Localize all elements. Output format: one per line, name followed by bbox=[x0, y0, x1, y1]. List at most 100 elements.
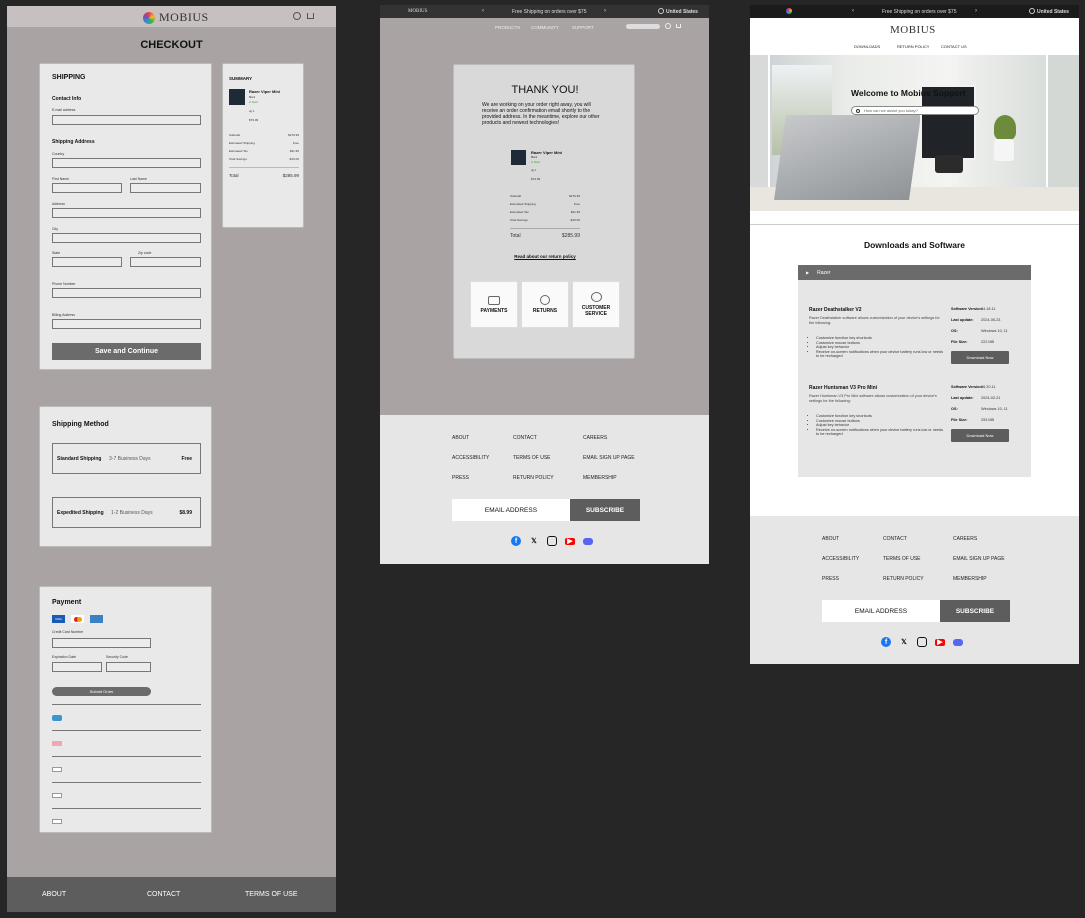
address-field[interactable] bbox=[52, 208, 201, 218]
x-icon[interactable]: 𝕏 bbox=[529, 536, 539, 546]
amazon-pay-option[interactable] bbox=[52, 808, 201, 834]
subscribe-button[interactable]: SUBSCRIBE bbox=[570, 499, 640, 521]
zip-field[interactable] bbox=[130, 257, 201, 267]
brand-logo[interactable]: MOBIUS bbox=[143, 10, 209, 25]
footer-link[interactable]: ACCESSIBILITY bbox=[822, 556, 859, 562]
nav-cart-icon[interactable] bbox=[676, 24, 681, 28]
save-continue-button[interactable]: Save and Continue bbox=[52, 343, 201, 360]
summary-row-label: Estimated Shipping bbox=[229, 141, 255, 145]
summary-row-label: Estimated Shipping bbox=[510, 202, 536, 206]
hero-title: Welcome to Mobius Support bbox=[851, 88, 966, 98]
country-field[interactable] bbox=[52, 158, 201, 168]
first-name-field[interactable] bbox=[52, 183, 122, 193]
downloads-title: Downloads and Software bbox=[863, 240, 966, 250]
nav-return-policy[interactable]: RETURN POLICY bbox=[897, 44, 929, 49]
banner-prev-icon[interactable]: ‹ bbox=[482, 8, 484, 14]
feature-list: Customize function key shortcutsCustomiz… bbox=[816, 414, 946, 437]
footer-link[interactable]: MEMBERSHIP bbox=[953, 576, 987, 582]
klarna-option[interactable] bbox=[52, 730, 201, 756]
apple-pay-option[interactable] bbox=[52, 756, 201, 782]
download-now-button[interactable]: Download Now bbox=[951, 429, 1009, 442]
footer-link[interactable]: ABOUT bbox=[452, 435, 469, 441]
brand-logo[interactable]: MOBIUS bbox=[890, 24, 936, 36]
returns-tile[interactable]: RETURNS bbox=[521, 281, 569, 328]
payment-card: Payment VISA Credit Card Number Expirati… bbox=[39, 586, 212, 833]
discord-icon[interactable] bbox=[953, 638, 963, 646]
footer-link[interactable]: EMAIL SIGN UP PAGE bbox=[953, 556, 1005, 562]
email-input[interactable]: EMAIL ADDRESS bbox=[822, 600, 940, 622]
expedited-shipping-option[interactable]: Expedited Shipping 1-2 Business Days $8.… bbox=[52, 497, 201, 528]
instagram-icon[interactable] bbox=[917, 637, 927, 647]
footer-about-link[interactable]: ABOUT bbox=[42, 891, 66, 898]
footer-link[interactable]: ACCESSIBILITY bbox=[452, 455, 489, 461]
return-policy-link[interactable]: Read about our return policy bbox=[454, 254, 636, 259]
footer-link[interactable]: TERMS OF USE bbox=[513, 455, 551, 461]
customer-service-tile[interactable]: CUSTOMER SERVICE bbox=[572, 281, 620, 328]
standard-shipping-option[interactable]: Standard Shipping 3-7 Business Days Free bbox=[52, 443, 201, 474]
facebook-icon[interactable]: f bbox=[881, 637, 891, 647]
support-search-input[interactable]: How can we assist you today? bbox=[851, 106, 979, 115]
nav-contact-us[interactable]: CONTACT US bbox=[941, 44, 967, 49]
footer-link[interactable]: CONTACT bbox=[883, 536, 907, 542]
cc-field[interactable] bbox=[52, 638, 151, 648]
footer-link[interactable]: PRESS bbox=[452, 475, 469, 481]
footer-link[interactable]: CONTACT bbox=[513, 435, 537, 441]
hero-image: Welcome to Mobius Support How can we ass… bbox=[750, 55, 1079, 211]
footer-link[interactable]: RETURN POLICY bbox=[513, 475, 554, 481]
newsletter-form: EMAIL ADDRESS SUBSCRIBE bbox=[452, 499, 640, 521]
footer-link[interactable]: CAREERS bbox=[953, 536, 977, 542]
venmo-option[interactable] bbox=[52, 704, 201, 730]
brand-swirl-icon[interactable] bbox=[786, 8, 792, 14]
download-now-button[interactable]: Download Now bbox=[951, 351, 1009, 364]
banner-next-icon[interactable]: › bbox=[604, 8, 606, 14]
account-icon[interactable] bbox=[293, 12, 301, 20]
google-pay-option[interactable] bbox=[52, 782, 201, 808]
footer-link[interactable]: CAREERS bbox=[583, 435, 607, 441]
nav-community[interactable]: COMMUNITY bbox=[531, 25, 559, 30]
region-selector[interactable]: United States bbox=[666, 9, 698, 15]
footer-link[interactable]: MEMBERSHIP bbox=[583, 475, 617, 481]
region-selector[interactable]: United States bbox=[1037, 9, 1069, 15]
footer-terms-link[interactable]: TERMS OF USE bbox=[245, 891, 298, 898]
footer-link[interactable]: PRESS bbox=[822, 576, 839, 582]
state-field[interactable] bbox=[52, 257, 122, 267]
youtube-icon[interactable]: ▶ bbox=[565, 537, 575, 545]
nav-products[interactable]: PRODUCTS bbox=[495, 25, 520, 30]
nav-search-input[interactable] bbox=[626, 24, 660, 29]
footer-contact-link[interactable]: CONTACT bbox=[147, 891, 180, 898]
nav-account-icon[interactable] bbox=[665, 23, 671, 29]
facebook-icon[interactable]: f bbox=[511, 536, 521, 546]
footer-link[interactable]: EMAIL SIGN UP PAGE bbox=[583, 455, 635, 461]
summary-row-value: -$15.00 bbox=[288, 157, 299, 161]
subscribe-button[interactable]: SUBSCRIBE bbox=[940, 600, 1010, 622]
city-field[interactable] bbox=[52, 233, 201, 243]
footer-link[interactable]: TERMS OF USE bbox=[883, 556, 921, 562]
payments-tile[interactable]: PAYMENTS bbox=[470, 281, 518, 328]
footer-link[interactable]: RETURN POLICY bbox=[883, 576, 924, 582]
footer-link[interactable]: ABOUT bbox=[822, 536, 839, 542]
cart-icon[interactable] bbox=[307, 13, 314, 19]
exp-field[interactable] bbox=[52, 662, 102, 672]
email-field[interactable] bbox=[52, 115, 201, 125]
brand-text[interactable]: MOBIUS bbox=[408, 9, 427, 14]
x-icon[interactable]: 𝕏 bbox=[899, 637, 909, 647]
card-logos: VISA bbox=[52, 615, 103, 623]
banner-prev-icon[interactable]: ‹ bbox=[852, 8, 854, 14]
discord-icon[interactable] bbox=[583, 537, 593, 545]
summary-row-label: Estimated Tax bbox=[510, 210, 529, 214]
sec-field[interactable] bbox=[106, 662, 151, 672]
email-input[interactable]: EMAIL ADDRESS bbox=[452, 499, 570, 521]
banner-next-icon[interactable]: › bbox=[975, 8, 977, 14]
billing-field[interactable] bbox=[52, 319, 201, 329]
nav-support[interactable]: SUPPORT bbox=[572, 25, 594, 30]
youtube-icon[interactable]: ▶ bbox=[935, 638, 945, 646]
phone-label: Phone Number bbox=[52, 282, 76, 286]
phone-field[interactable] bbox=[52, 288, 201, 298]
globe-icon bbox=[658, 8, 664, 14]
instagram-icon[interactable] bbox=[547, 536, 557, 546]
accordion-header-razer[interactable]: ▶ Razer bbox=[798, 265, 1031, 280]
last-name-field[interactable] bbox=[130, 183, 201, 193]
shipping-method-card: Shipping Method Standard Shipping 3-7 Bu… bbox=[39, 406, 212, 547]
nav-downloads[interactable]: DOWNLOADS bbox=[854, 44, 880, 49]
submit-order-button[interactable]: Submit Order bbox=[52, 687, 151, 696]
